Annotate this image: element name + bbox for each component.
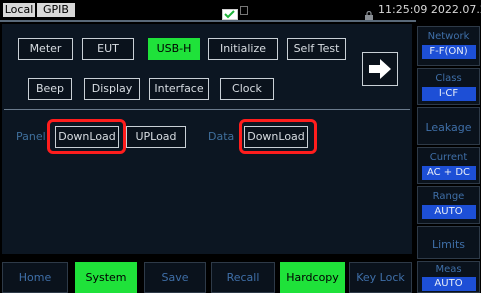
network-softkey[interactable]: Network F-F(ON) bbox=[417, 26, 480, 66]
local-indicator: Local bbox=[3, 3, 35, 17]
hardcopy-softkey[interactable]: Hardcopy bbox=[280, 262, 345, 293]
leakage-title: Leakage bbox=[425, 121, 472, 134]
status-divider bbox=[0, 20, 416, 22]
panel-upload-button[interactable]: UPLoad bbox=[126, 126, 186, 148]
usb-status-icon bbox=[222, 5, 238, 20]
current-title: Current bbox=[429, 152, 468, 163]
range-softkey[interactable]: Range AUTO bbox=[417, 186, 480, 224]
limits-title: Limits bbox=[432, 238, 465, 251]
usb-h-button[interactable]: USB-H bbox=[148, 38, 200, 60]
meas-value: AUTO bbox=[421, 277, 476, 291]
gpib-indicator: GPIB bbox=[37, 3, 75, 17]
network-title: Network bbox=[427, 31, 470, 42]
section-divider bbox=[4, 109, 410, 110]
data-download-highlight bbox=[239, 119, 317, 154]
current-value: AC + DC bbox=[421, 166, 476, 180]
data-label: Data bbox=[208, 130, 235, 143]
recall-softkey[interactable]: Recall bbox=[211, 262, 275, 293]
clock-button[interactable]: Clock bbox=[220, 78, 274, 100]
class-softkey[interactable]: Class I-CF bbox=[417, 68, 480, 105]
home-softkey[interactable]: Home bbox=[2, 262, 68, 293]
system-softkey[interactable]: System bbox=[75, 262, 137, 293]
leakage-softkey[interactable]: Leakage bbox=[417, 107, 480, 145]
lock-icon bbox=[364, 6, 374, 21]
next-page-button[interactable] bbox=[362, 52, 398, 86]
key-lock-softkey[interactable]: Key Lock bbox=[349, 262, 412, 293]
class-value: I-CF bbox=[421, 87, 476, 101]
network-value: F-F(ON) bbox=[421, 45, 476, 59]
beep-button[interactable]: Beep bbox=[28, 78, 72, 100]
eut-button[interactable]: EUT bbox=[82, 38, 134, 60]
panel-label: Panel bbox=[16, 130, 46, 143]
class-title: Class bbox=[435, 73, 462, 84]
initialize-button[interactable]: Initialize bbox=[208, 38, 278, 60]
interface-button[interactable]: Interface bbox=[149, 78, 209, 100]
save-softkey[interactable]: Save bbox=[144, 262, 206, 293]
limits-softkey[interactable]: Limits bbox=[417, 226, 480, 259]
storage-icon bbox=[240, 6, 248, 15]
meas-title: Meas bbox=[435, 264, 462, 275]
range-value: AUTO bbox=[421, 205, 476, 219]
right-arrow-icon bbox=[369, 59, 391, 79]
meas-softkey[interactable]: Meas AUTO bbox=[417, 261, 480, 293]
meter-button[interactable]: Meter bbox=[18, 38, 73, 60]
range-title: Range bbox=[432, 191, 465, 202]
current-softkey[interactable]: Current AC + DC bbox=[417, 147, 480, 184]
display-button[interactable]: Display bbox=[84, 78, 140, 100]
panel-download-highlight bbox=[47, 119, 126, 154]
self-test-button[interactable]: Self Test bbox=[287, 38, 346, 60]
clock-display: 11:25:09 2022.07.21 bbox=[378, 3, 481, 16]
